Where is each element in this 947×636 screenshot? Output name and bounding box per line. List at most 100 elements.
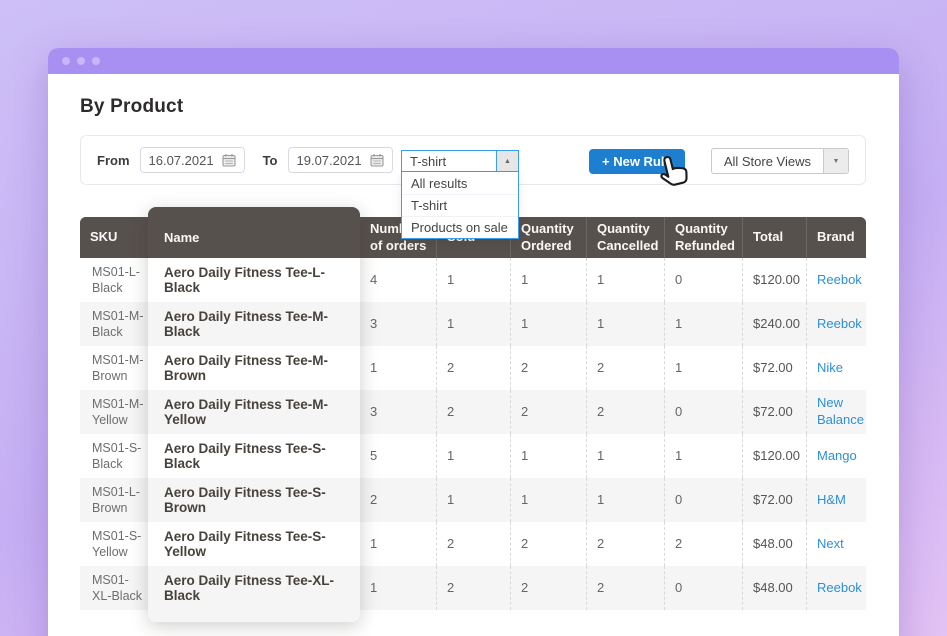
cell-sold: 2 — [436, 522, 510, 566]
from-label: From — [97, 153, 130, 168]
cell-orders: 3 — [360, 390, 436, 434]
cell-orders: 4 — [360, 258, 436, 302]
cell-refunded: 1 — [664, 346, 742, 390]
brand-link[interactable]: H&M — [817, 492, 846, 509]
cell-refunded: 0 — [664, 566, 742, 610]
store-views-select[interactable]: All Store Views ▼ — [711, 148, 849, 174]
cell-refunded: 0 — [664, 390, 742, 434]
cell-ordered: 2 — [510, 566, 586, 610]
column-header-qty-cancelled[interactable]: Quantity Cancelled — [586, 217, 664, 258]
window-titlebar — [48, 48, 899, 74]
cell-sku: MS01-XL-Black — [80, 566, 148, 610]
dropdown-option-all-results[interactable]: All results — [402, 172, 518, 194]
filter-toolbar: From 16.07.2021 To 19.07.2021 — [80, 135, 866, 185]
calendar-icon[interactable] — [222, 153, 236, 167]
store-views-value: All Store Views — [712, 149, 823, 173]
cell-cancelled: 2 — [586, 346, 664, 390]
brand-link[interactable]: Next — [817, 536, 844, 553]
page-content: By Product From 16.07.2021 To 19.07.2021 — [48, 96, 899, 610]
calendar-icon[interactable] — [370, 153, 384, 167]
cell-total: $120.00 — [742, 258, 806, 302]
cell-sold: 2 — [436, 566, 510, 610]
cell-ordered: 1 — [510, 302, 586, 346]
column-header-name[interactable]: Name — [148, 207, 360, 258]
cell-product-name: Aero Daily Fitness Tee-XL-Black — [148, 566, 360, 610]
cell-cancelled: 2 — [586, 566, 664, 610]
brand-link[interactable]: Mango — [817, 448, 857, 465]
window-dot[interactable] — [77, 57, 85, 65]
cursor-pointer-icon — [647, 148, 695, 196]
dropdown-option-products-on-sale[interactable]: Products on sale — [402, 216, 518, 238]
category-select-value: T-shirt — [402, 151, 496, 171]
cell-sku: MS01-M-Black — [80, 302, 148, 346]
column-header-sku[interactable]: SKU — [80, 217, 148, 258]
column-header-qty-refunded[interactable]: Quantity Refunded — [664, 217, 742, 258]
cell-brand: New Balance — [806, 390, 866, 434]
cell-sku: MS01-L-Brown — [80, 478, 148, 522]
to-date-value: 19.07.2021 — [297, 153, 362, 168]
column-header-brand[interactable]: Brand — [806, 217, 866, 258]
column-header-total[interactable]: Total — [742, 217, 806, 258]
column-header-qty-ordered[interactable]: Quantity Ordered — [510, 217, 586, 258]
cell-product-name: Aero Daily Fitness Tee-M-Brown — [148, 346, 360, 390]
cell-product-name: Aero Daily Fitness Tee-L-Black — [148, 258, 360, 302]
cell-sold: 1 — [436, 302, 510, 346]
cell-cancelled: 1 — [586, 302, 664, 346]
page-title: By Product — [80, 96, 867, 118]
chevron-up-icon[interactable]: ▲ — [496, 151, 518, 171]
cell-orders: 5 — [360, 434, 436, 478]
cell-orders: 1 — [360, 522, 436, 566]
cell-cancelled: 2 — [586, 522, 664, 566]
cell-total: $120.00 — [742, 434, 806, 478]
brand-link[interactable]: New Balance — [817, 395, 864, 429]
from-date-input[interactable]: 16.07.2021 — [140, 147, 245, 173]
cell-brand: Reebok — [806, 566, 866, 610]
dropdown-option-tshirt[interactable]: T-shirt — [402, 194, 518, 216]
brand-link[interactable]: Reebok — [817, 272, 862, 289]
cell-sold: 1 — [436, 258, 510, 302]
cell-orders: 2 — [360, 478, 436, 522]
cell-total: $72.00 — [742, 478, 806, 522]
cell-total: $48.00 — [742, 522, 806, 566]
cell-refunded: 1 — [664, 434, 742, 478]
to-date-input[interactable]: 19.07.2021 — [288, 147, 393, 173]
brand-link[interactable]: Nike — [817, 360, 843, 377]
cell-ordered: 1 — [510, 434, 586, 478]
brand-link[interactable]: Reebok — [817, 580, 862, 597]
cell-brand: Reebok — [806, 258, 866, 302]
brand-link[interactable]: Reebok — [817, 316, 862, 333]
to-label: To — [263, 153, 278, 168]
cell-total: $72.00 — [742, 390, 806, 434]
cell-brand: Mango — [806, 434, 866, 478]
chevron-down-icon[interactable]: ▼ — [823, 149, 848, 173]
cell-orders: 3 — [360, 302, 436, 346]
cell-orders: 1 — [360, 346, 436, 390]
cell-cancelled: 1 — [586, 258, 664, 302]
cell-cancelled: 1 — [586, 434, 664, 478]
category-select[interactable]: T-shirt ▲ — [401, 150, 519, 172]
name-column-cells: Aero Daily Fitness Tee-L-BlackAero Daily… — [148, 258, 360, 610]
cell-orders: 1 — [360, 566, 436, 610]
cell-ordered: 2 — [510, 522, 586, 566]
cell-refunded: 0 — [664, 258, 742, 302]
cell-product-name: Aero Daily Fitness Tee-M-Yellow — [148, 390, 360, 434]
name-column-card: Name Aero Daily Fitness Tee-L-BlackAero … — [148, 207, 360, 622]
cell-total: $240.00 — [742, 302, 806, 346]
cell-refunded: 1 — [664, 302, 742, 346]
cell-product-name: Aero Daily Fitness Tee-S-Yellow — [148, 522, 360, 566]
category-dropdown-list: All results T-shirt Products on sale — [401, 172, 519, 239]
cell-refunded: 2 — [664, 522, 742, 566]
cell-ordered: 2 — [510, 346, 586, 390]
products-table: SKU Number of orders Sold Quantity Order… — [80, 217, 866, 610]
cell-brand: Reebok — [806, 302, 866, 346]
cell-ordered: 2 — [510, 390, 586, 434]
cell-product-name: Aero Daily Fitness Tee-S-Black — [148, 434, 360, 478]
cell-product-name: Aero Daily Fitness Tee-M-Black — [148, 302, 360, 346]
cell-sold: 2 — [436, 346, 510, 390]
cell-total: $72.00 — [742, 346, 806, 390]
window-dot[interactable] — [62, 57, 70, 65]
cell-refunded: 0 — [664, 478, 742, 522]
app-window: By Product From 16.07.2021 To 19.07.2021 — [48, 48, 899, 636]
cell-brand: Next — [806, 522, 866, 566]
window-dot[interactable] — [92, 57, 100, 65]
